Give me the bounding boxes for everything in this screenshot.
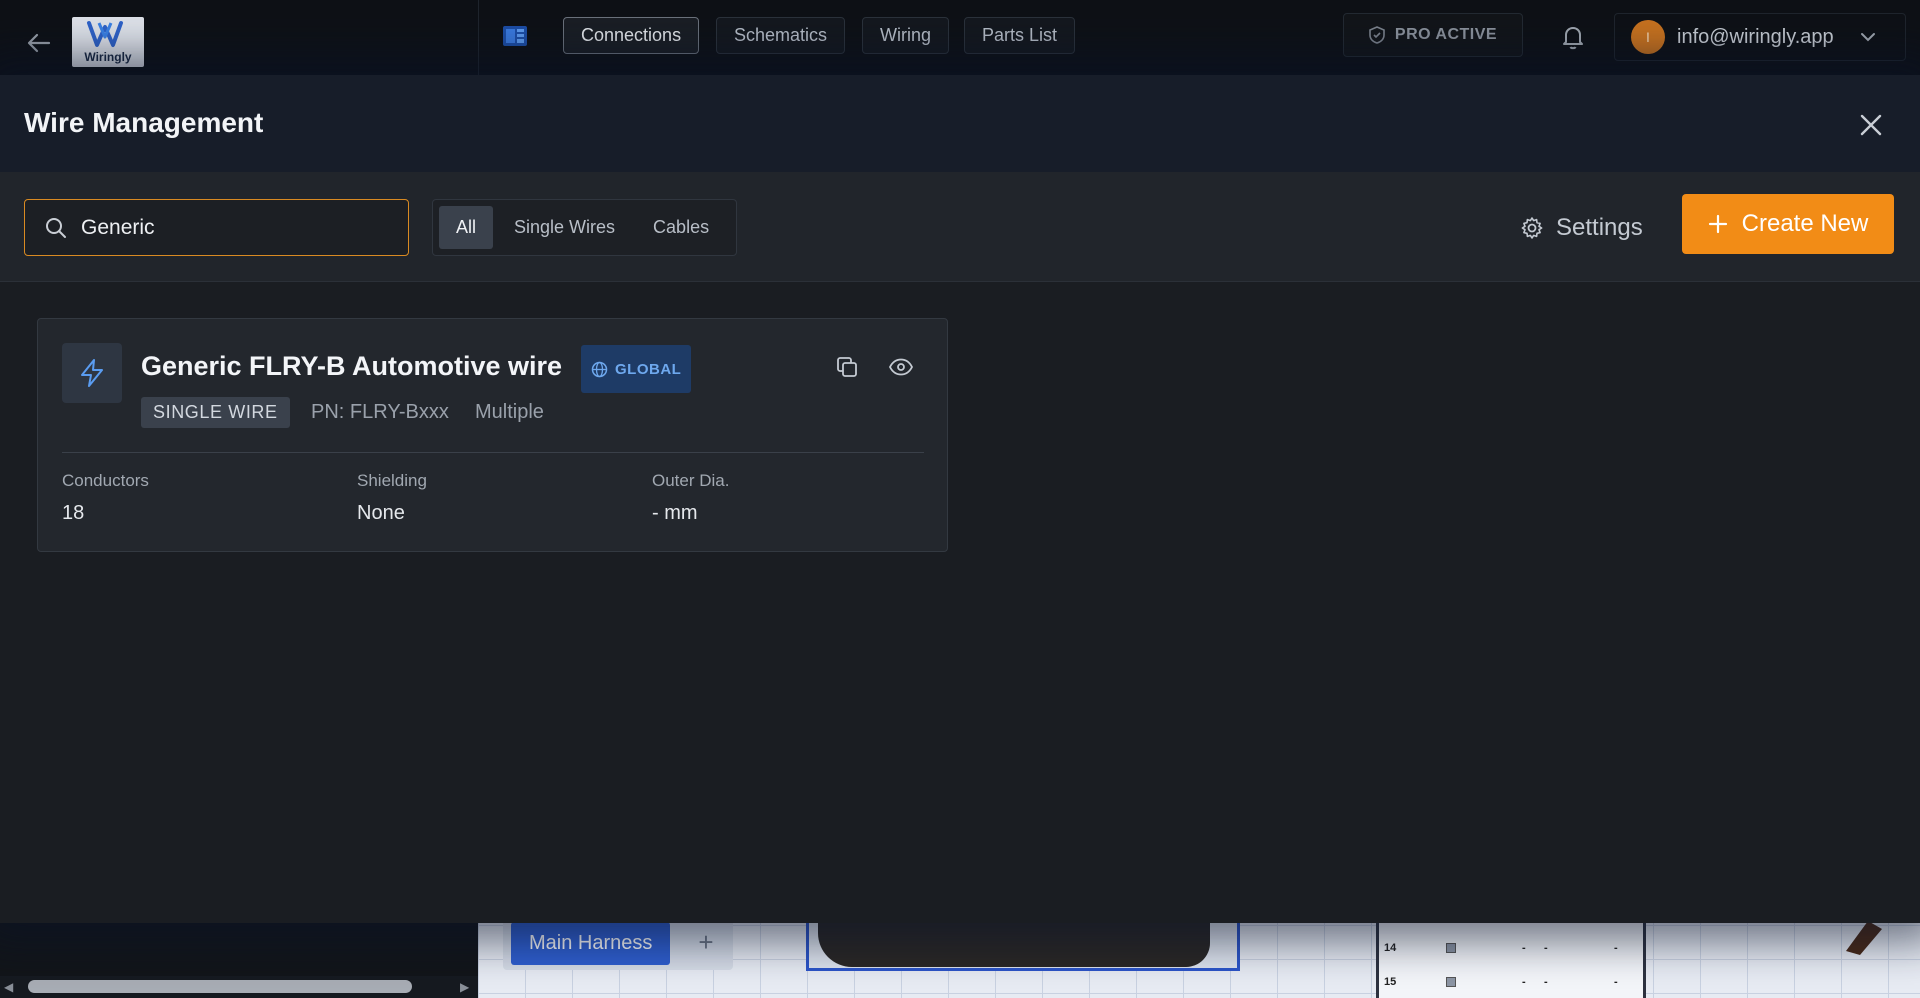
filter-single-wires[interactable]: Single Wires (497, 206, 632, 249)
scope-label: GLOBAL (615, 360, 682, 378)
wire-type-badge: SINGLE WIRE (141, 397, 290, 428)
pin-cell: - (1522, 942, 1526, 954)
spec-label: Shielding (357, 471, 427, 490)
pin-cell: - (1544, 976, 1548, 988)
gear-icon (1521, 216, 1543, 239)
modal-header: Wire Management (0, 75, 1920, 172)
wire-list: Generic FLRY-B Automotive wire GLOBAL SI… (0, 282, 1920, 923)
duplicate-button[interactable] (833, 353, 861, 381)
filter-cables[interactable]: Cables (636, 206, 726, 249)
spec-outer-diameter: Outer Dia. - mm (652, 471, 729, 525)
settings-label: Settings (1556, 213, 1643, 241)
add-harness-button[interactable]: + (694, 929, 718, 955)
pin-number: 14 (1384, 942, 1397, 954)
search-box[interactable] (24, 199, 409, 256)
spec-label: Conductors (62, 471, 149, 490)
pin-number: 15 (1384, 976, 1397, 988)
shield-check-icon (1369, 26, 1385, 44)
pin-cell: - (1614, 976, 1618, 988)
spec-conductors: Conductors 18 (62, 471, 149, 525)
top-bar: Wiringly Connections Schematics Wiring P… (0, 0, 1920, 75)
spec-value: - mm (652, 502, 698, 524)
wire-type-icon-box (62, 343, 122, 403)
bell-icon (1563, 27, 1583, 50)
arrow-left-icon (27, 33, 51, 53)
wire-card[interactable]: Generic FLRY-B Automotive wire GLOBAL SI… (37, 318, 948, 552)
pin-marker (1446, 943, 1456, 953)
part-number: PN: FLRY-Bxxx (311, 401, 449, 423)
pin-cell: - (1522, 976, 1526, 988)
modal-toolbar: All Single Wires Cables Settings Create … (0, 172, 1920, 282)
create-new-label: Create New (1741, 210, 1869, 237)
spec-label: Outer Dia. (652, 471, 730, 490)
tab-parts-list[interactable]: Parts List (964, 17, 1076, 54)
globe-icon (591, 361, 608, 377)
panel-toggle-button[interactable] (502, 24, 528, 48)
scroll-right-icon[interactable]: ▶ (460, 980, 469, 994)
harness-tab-main[interactable]: Main Harness (511, 922, 671, 965)
spec-shielding: Shielding None (357, 471, 427, 525)
modal-title: Wire Management (24, 107, 264, 138)
user-menu[interactable]: I info@wiringly.app (1614, 13, 1906, 61)
tab-schematics[interactable]: Schematics (716, 17, 846, 54)
logo-text: Wiringly (84, 50, 132, 64)
pin-row: 14 - - - (1380, 934, 1640, 962)
chevron-down-icon (1860, 33, 1875, 42)
lightning-bolt-icon (81, 359, 103, 387)
pro-status-label: PRO ACTIVE (1394, 26, 1498, 43)
avatar: I (1631, 20, 1665, 54)
notifications-button[interactable] (1558, 22, 1588, 52)
back-button[interactable] (22, 28, 56, 58)
copy-icon (837, 357, 857, 377)
filter-all[interactable]: All (439, 206, 494, 249)
pin-row: 15 - - - (1380, 968, 1640, 996)
spec-value: None (357, 502, 405, 524)
close-icon (1860, 114, 1882, 136)
wire-type-filter: All Single Wires Cables (432, 199, 737, 256)
wire-management-modal: Wire Management All Single Wires Cables (0, 75, 1920, 923)
card-divider (62, 452, 924, 453)
plus-icon (1708, 214, 1727, 234)
eye-icon (888, 358, 914, 376)
wire-variant: Multiple (475, 401, 544, 423)
scrollbar-thumb[interactable] (28, 980, 412, 993)
view-button[interactable] (886, 353, 916, 381)
wiringly-logo-icon (87, 21, 123, 47)
wire-name: Generic FLRY-B Automotive wire (141, 351, 563, 381)
pin-marker (1446, 977, 1456, 987)
pin-cell: - (1614, 942, 1618, 954)
spec-value: 18 (62, 502, 85, 524)
pin-cell: - (1544, 942, 1548, 954)
search-input[interactable] (81, 215, 381, 240)
search-icon (46, 217, 66, 238)
user-email: info@wiringly.app (1677, 25, 1834, 48)
toolbar-divider (478, 0, 479, 75)
tab-connections[interactable]: Connections (563, 17, 700, 54)
close-modal-button[interactable] (1854, 108, 1888, 142)
tab-wiring[interactable]: Wiring (862, 17, 950, 54)
scroll-left-icon[interactable]: ◀ (4, 980, 13, 994)
settings-button[interactable]: Settings (1520, 199, 1643, 256)
create-new-button[interactable]: Create New (1682, 194, 1894, 254)
scope-badge: GLOBAL (581, 345, 692, 393)
app-logo[interactable]: Wiringly (72, 17, 144, 67)
sidebar-panel-icon (503, 26, 527, 46)
pro-status-badge[interactable]: PRO ACTIVE (1343, 13, 1523, 57)
